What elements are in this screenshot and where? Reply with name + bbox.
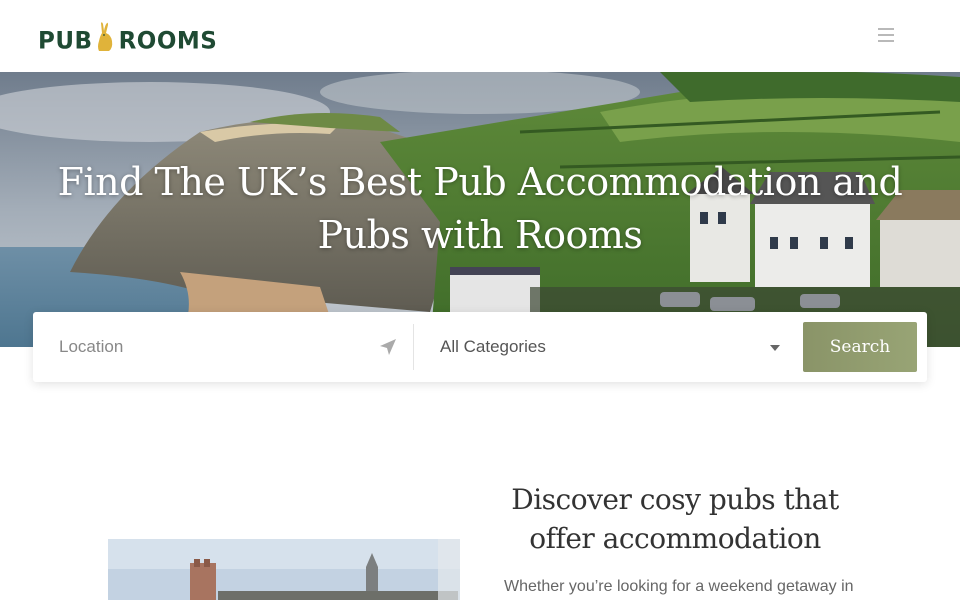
intro-text: Whether you’re looking for a weekend get… <box>504 578 854 595</box>
hero-banner: Find The UK’s Best Pub Accommodation and… <box>0 72 960 347</box>
intro-heading-line2: offer accommodation <box>529 522 821 555</box>
pubrooms-logo[interactable]: PUB ROOMS <box>38 19 217 53</box>
intro-heading-line1: Discover cosy pubs that <box>511 483 839 516</box>
site-header: PUB ROOMS <box>0 0 960 72</box>
location-arrow-icon[interactable] <box>379 338 397 356</box>
hare-logo-icon <box>97 22 112 51</box>
location-input[interactable] <box>59 332 389 362</box>
intro-heading: Discover cosy pubs that offer accommodat… <box>480 480 870 558</box>
pub-photo <box>108 539 460 600</box>
hamburger-menu-icon[interactable] <box>878 28 898 44</box>
search-button[interactable]: Search <box>803 322 917 372</box>
hero-title-line2: Pubs with Rooms <box>317 213 643 257</box>
location-field <box>33 312 413 382</box>
hero-title-line1: Find The UK’s Best Pub Accommodation and <box>57 160 903 204</box>
search-bar: All Categories Search <box>33 312 927 382</box>
logo-text-rooms: ROOMS <box>118 27 218 55</box>
pub-photo-image <box>108 539 460 600</box>
category-selected-value: All Categories <box>440 337 546 356</box>
category-select[interactable]: All Categories <box>414 312 792 382</box>
hero-title: Find The UK’s Best Pub Accommodation and… <box>40 156 920 262</box>
logo-text-pub: PUB <box>38 27 93 55</box>
chevron-down-icon <box>770 345 780 351</box>
